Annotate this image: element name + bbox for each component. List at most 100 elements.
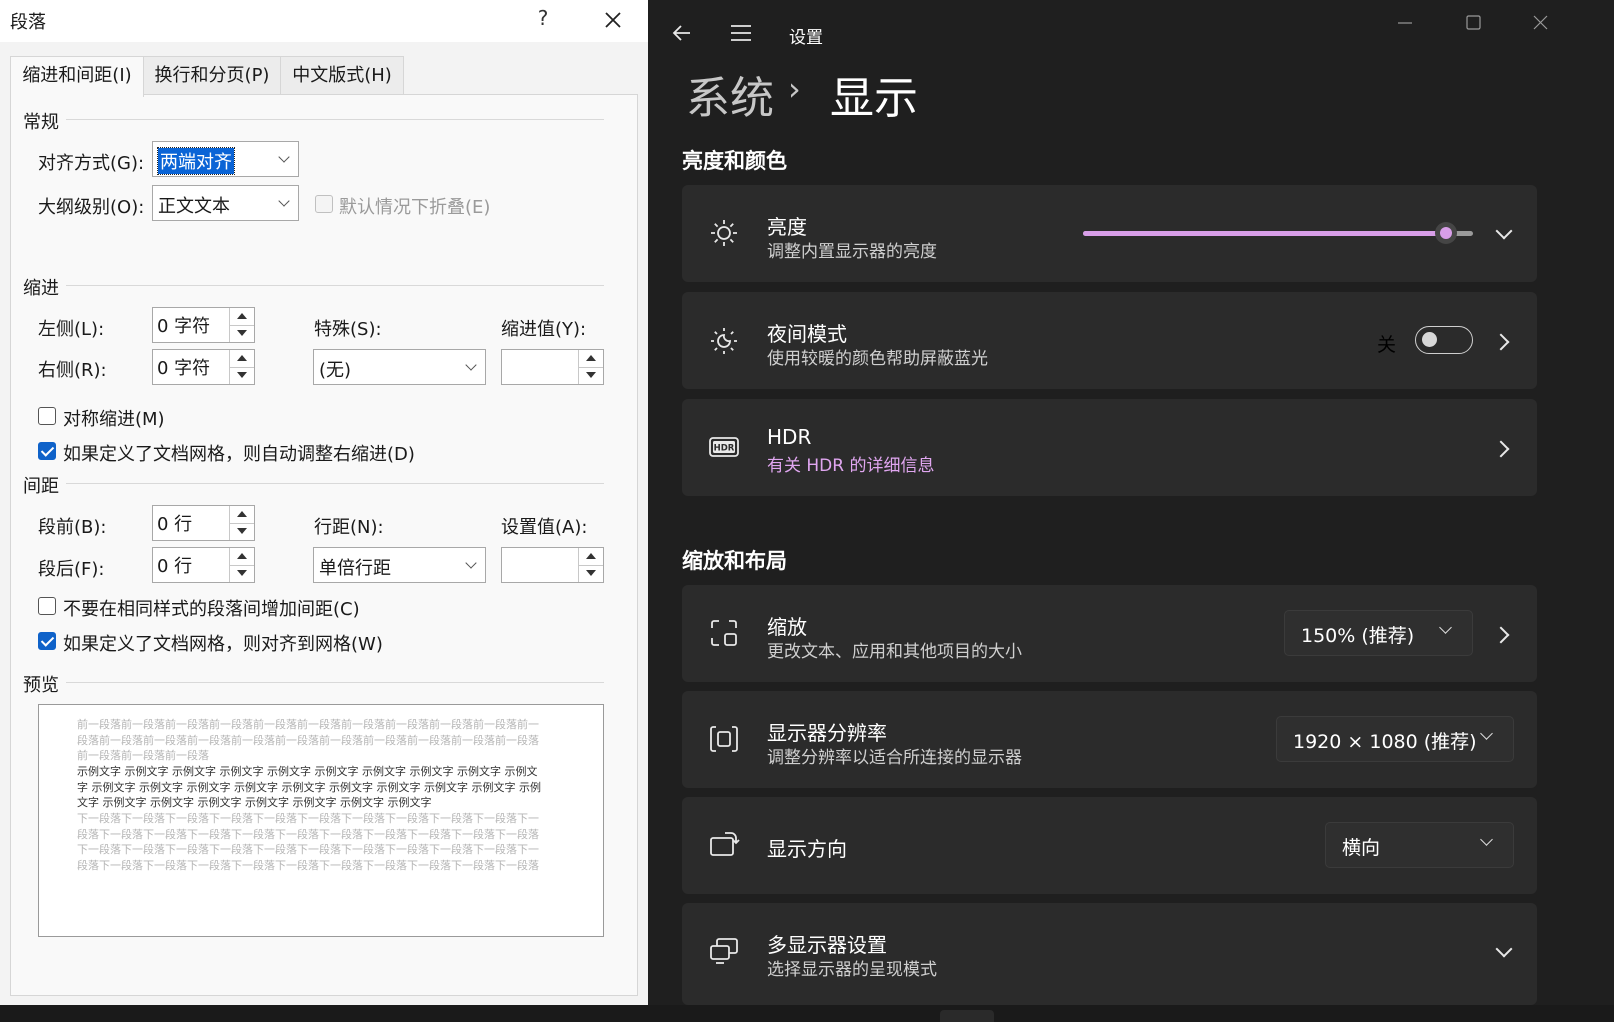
special-indent-select[interactable]: (无) xyxy=(313,349,486,385)
spinner-buttons xyxy=(578,350,603,384)
spin-up-button[interactable] xyxy=(230,506,254,524)
brightness-slider-thumb[interactable] xyxy=(1434,222,1457,244)
resolution-card: 显示器分辨率 调整分辨率以适合所连接的显示器 1920 × 1080 (推荐) xyxy=(682,691,1537,788)
spin-down-button[interactable] xyxy=(579,565,603,582)
spacing-after-value: 0 行 xyxy=(157,556,193,577)
dialog-titlebar: 段落 ? xyxy=(0,0,648,42)
orientation-card: 显示方向 横向 xyxy=(682,797,1537,894)
scale-value: 150% (推荐) xyxy=(1301,625,1415,647)
spacing-before-label: 段前(B): xyxy=(38,517,107,538)
close-icon xyxy=(605,12,621,28)
indent-right-spinner[interactable]: 0 字符 xyxy=(152,349,255,385)
spacing-after-spinner[interactable]: 0 行 xyxy=(152,547,255,583)
night-light-toggle[interactable] xyxy=(1415,326,1473,354)
back-button[interactable] xyxy=(668,18,698,48)
spacing-at-spinner[interactable] xyxy=(501,547,604,583)
tab-asian-typography[interactable]: 中文版式(H) xyxy=(280,56,404,95)
scale-card[interactable]: 缩放 更改文本、应用和其他项目的大小 150% (推荐) xyxy=(682,585,1537,682)
hdr-info-link[interactable]: 有关 HDR 的详细信息 xyxy=(767,451,935,476)
section-spacing-heading: 间距 xyxy=(23,476,59,497)
outline-level-label: 大纲级别(O): xyxy=(38,197,145,218)
dialog-title: 段落 xyxy=(10,12,46,33)
tab-indent-spacing[interactable]: 缩进和间距(I) xyxy=(10,56,144,97)
multiple-displays-card[interactable]: 多显示器设置 选择显示器的呈现模式 xyxy=(682,903,1537,1005)
outline-level-value: 正文文本 xyxy=(158,196,230,217)
indent-right-value: 0 字符 xyxy=(157,358,211,379)
window-close-button[interactable] xyxy=(1525,8,1555,38)
hamburger-menu-icon xyxy=(731,25,751,41)
spin-down-button[interactable] xyxy=(579,367,603,384)
section-brightness-heading: 亮度和颜色 xyxy=(682,149,787,173)
close-button[interactable] xyxy=(596,4,630,36)
alignment-select[interactable]: 两端对齐 xyxy=(152,141,299,177)
divider xyxy=(66,682,604,683)
outline-level-select[interactable]: 正文文本 xyxy=(152,185,299,221)
chevron-down-icon xyxy=(459,548,485,582)
back-arrow-icon xyxy=(672,25,690,41)
chevron-down-icon xyxy=(272,142,298,176)
resolution-value: 1920 × 1080 (推荐) xyxy=(1293,731,1477,753)
spin-down-button[interactable] xyxy=(230,523,254,540)
night-light-subtitle: 使用较暖的颜色帮助屏蔽蓝光 xyxy=(767,349,988,369)
snap-to-grid-checkbox[interactable] xyxy=(38,632,56,650)
auto-adjust-indent-checkbox[interactable] xyxy=(38,442,56,460)
indent-by-label: 缩进值(Y): xyxy=(501,319,587,340)
hdr-card[interactable]: HDR HDR 有关 HDR 的详细信息 xyxy=(682,399,1537,496)
multiple-displays-title: 多显示器设置 xyxy=(767,933,887,957)
spin-down-button[interactable] xyxy=(230,325,254,342)
indent-left-value: 0 字符 xyxy=(157,316,211,337)
preview-next-paragraph: 下一段落下一段落下一段落下一段落下一段落下一段落下一段落下一段落下一段落下一段落… xyxy=(77,812,539,872)
hdr-title: HDR xyxy=(767,425,812,449)
paragraph-preview: 前一段落前一段落前一段落前一段落前一段落前一段落前一段落前一段落前一段落前一段落… xyxy=(38,704,604,937)
section-scale-heading: 缩放和布局 xyxy=(682,549,787,573)
resolution-title: 显示器分辨率 xyxy=(767,721,887,745)
taskbar-item[interactable] xyxy=(940,1010,994,1022)
expand-chevron-icon[interactable] xyxy=(1495,222,1513,240)
brightness-card: 亮度 调整内置显示器的亮度 xyxy=(682,185,1537,282)
indent-by-spinner[interactable] xyxy=(501,349,604,385)
mirror-indent-checkbox[interactable] xyxy=(38,407,56,425)
tab-line-page-breaks[interactable]: 换行和分页(P) xyxy=(142,56,282,95)
section-indent-heading: 缩进 xyxy=(23,278,59,299)
help-button[interactable]: ? xyxy=(530,6,556,34)
chevron-right-icon xyxy=(1492,333,1510,351)
menu-button[interactable] xyxy=(726,18,756,48)
special-indent-label: 特殊(S): xyxy=(314,319,382,340)
spin-up-button[interactable] xyxy=(230,350,254,368)
alignment-label: 对齐方式(G): xyxy=(38,153,145,174)
special-indent-value: (无) xyxy=(319,360,352,381)
spacing-before-spinner[interactable]: 0 行 xyxy=(152,505,255,541)
chevron-down-icon xyxy=(459,350,485,384)
no-space-same-style-checkbox[interactable] xyxy=(38,597,56,615)
spin-up-button[interactable] xyxy=(579,548,603,566)
spin-up-button[interactable] xyxy=(230,548,254,566)
maximize-button[interactable] xyxy=(1458,8,1488,38)
section-general-heading: 常规 xyxy=(23,112,59,133)
night-light-card[interactable]: 夜间模式 使用较暖的颜色帮助屏蔽蓝光 关 xyxy=(682,292,1537,389)
no-space-same-style-label: 不要在相同样式的段落间增加间距(C) xyxy=(63,599,360,620)
scale-title: 缩放 xyxy=(767,615,807,639)
expand-chevron-icon[interactable] xyxy=(1495,940,1513,958)
spin-down-button[interactable] xyxy=(230,565,254,582)
hdr-icon: HDR xyxy=(709,437,739,457)
collapse-default-checkbox[interactable] xyxy=(315,195,333,213)
resolution-subtitle: 调整分辨率以适合所连接的显示器 xyxy=(767,748,1022,768)
line-spacing-select[interactable]: 单倍行距 xyxy=(313,547,486,583)
app-title: 设置 xyxy=(789,28,823,48)
breadcrumb-parent[interactable]: 系统 xyxy=(686,62,774,126)
spin-up-button[interactable] xyxy=(579,350,603,368)
indent-left-spinner[interactable]: 0 字符 xyxy=(152,307,255,343)
minimize-icon xyxy=(1398,22,1412,24)
night-light-state: 关 xyxy=(1377,334,1397,356)
minimize-button[interactable] xyxy=(1390,8,1420,38)
chevron-down-icon xyxy=(1480,833,1493,846)
resolution-dropdown[interactable]: 1920 × 1080 (推荐) xyxy=(1276,716,1514,762)
orientation-dropdown[interactable]: 横向 xyxy=(1325,822,1514,868)
sun-icon xyxy=(711,220,737,246)
spin-down-button[interactable] xyxy=(230,367,254,384)
scale-dropdown[interactable]: 150% (推荐) xyxy=(1284,610,1473,656)
spin-up-button[interactable] xyxy=(230,308,254,326)
brightness-slider[interactable] xyxy=(1083,222,1473,244)
multiple-displays-subtitle: 选择显示器的呈现模式 xyxy=(767,960,937,980)
preview-sample-text: 示例文字 示例文字 示例文字 示例文字 示例文字 示例文字 示例文字 示例文字 … xyxy=(77,765,541,809)
